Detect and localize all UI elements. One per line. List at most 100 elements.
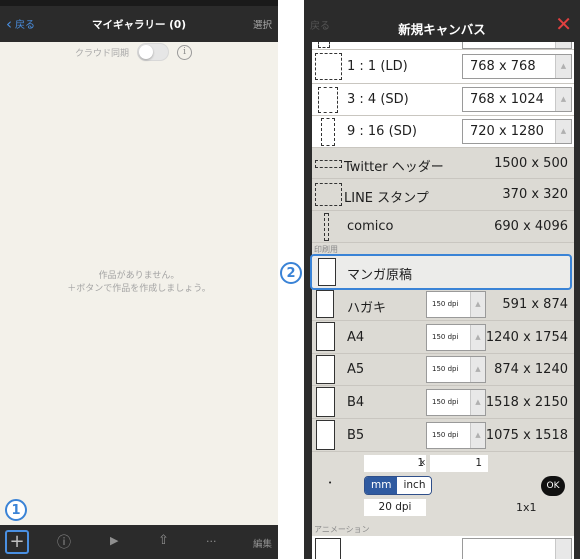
ok-button[interactable]: OK [541,476,565,496]
dpi-value: 150 dpi [432,431,459,439]
preset-row-a5[interactable]: A5 150 dpi ▲ 874 x 1240 [312,354,574,386]
size-select[interactable]: 768 x 1024 ▲ [462,87,572,112]
add-button[interactable]: + [5,530,29,554]
dpi-select[interactable]: 150 dpi ▲ [426,324,486,351]
chevron-up-icon: ▲ [555,55,571,78]
preset-size: 690 x 4096 [494,219,568,234]
size-value: 720 x 1280 [470,124,544,139]
preset-label: 9 : 16 (SD) [347,124,417,139]
size-select[interactable]: 768 x 768 ▲ [462,54,572,79]
paper-icon [316,290,334,318]
line-stamp-icon [315,183,342,206]
height-input[interactable]: 1 [430,455,488,472]
custom-size-panel: 1 x 1 • mm inch OK 20 dpi 1x1 [312,452,574,522]
size-select[interactable]: 720 x 1280 ▲ [462,119,572,144]
twitter-header-icon [315,160,342,168]
size-value: 768 x 1024 [470,92,544,107]
preset-label: LINE スタンプ [344,191,429,206]
list-item[interactable] [312,536,574,559]
info-toolbar-icon[interactable]: ⓘ [57,532,71,552]
manga-label: マンガ原稿 [347,268,413,283]
select-button[interactable]: 選択 [253,17,272,31]
manga-manuscript-row[interactable]: マンガ原稿 [310,254,572,290]
preset-label: B4 [347,395,365,410]
width-input[interactable]: 1 [364,455,426,472]
preset-row-1-1[interactable]: 1 : 1 (LD) 768 x 768 ▲ [312,50,574,84]
preset-list: 1 : 1 (LD) 768 x 768 ▲ 3 : 4 (SD) 768 x 1… [312,42,574,559]
step-marker-2: 2 [280,262,302,284]
preset-size: 1240 x 1754 [485,330,568,345]
chevron-up-icon: ▲ [470,325,485,350]
size-value: 768 x 768 [470,59,536,74]
preset-label: Twitter ヘッダー [344,160,444,175]
dpi-value: 150 dpi [432,365,459,373]
preset-size: 370 x 320 [502,187,568,202]
unit-mm-option[interactable]: mm [365,477,398,494]
paper-icon [316,355,335,384]
chevron-up-icon: ▲ [555,88,571,111]
step-marker-1: 1 [5,499,27,521]
info-icon[interactable]: i [177,44,193,60]
paper-icon [316,322,335,351]
paper-icon [316,387,335,417]
bottom-toolbar: + ⓘ ▶ ⇧ ··· 編集 [0,525,278,559]
empty-line-1: 作品がありません。 [98,271,180,281]
page-title: マイギャラリー (0) [91,19,187,31]
status-strip [0,0,278,6]
preset-row-comico[interactable]: comico 690 x 4096 [312,211,574,243]
toggle-knob [139,45,154,59]
size-select[interactable] [462,42,572,49]
canvas-shape-icon [315,538,341,559]
animation-section-header: アニメーション [312,522,574,534]
preset-row-line[interactable]: LINE スタンプ 370 x 320 [312,179,574,211]
new-canvas-navbar: 戻る 新規キャンバス ✕ [304,0,580,42]
preset-size: 591 x 874 [502,297,568,312]
new-canvas-title: 新規キャンバス [398,22,486,37]
dpi-input[interactable]: 20 dpi [364,499,426,516]
dpi-select[interactable]: 150 dpi ▲ [426,422,486,449]
section-label: アニメーション [314,525,370,534]
gallery-navbar: ‹ 戻る マイギャラリー (0) 選択 [0,0,278,42]
list-item [312,42,574,50]
dpi-select[interactable]: 150 dpi ▲ [426,291,486,318]
share-icon[interactable]: ⇧ [158,533,169,548]
edit-button[interactable]: 編集 [253,536,272,550]
close-icon[interactable]: ✕ [555,14,572,34]
preset-row-hagaki[interactable]: ハガキ 150 dpi ▲ 591 x 874 [312,289,574,321]
dpi-value: 150 dpi [432,333,459,341]
dpi-value: 150 dpi [432,398,459,406]
preset-size: 1075 x 1518 [485,428,568,443]
ratio-3-4-icon [318,87,338,113]
gallery-screen: ‹ 戻る マイギャラリー (0) 選択 クラウド同期 i 作品がありません。 ＋… [0,0,278,559]
canvas-shape-icon [318,42,330,48]
unit-segmented-control[interactable]: mm inch [364,476,433,495]
preset-row-3-4[interactable]: 3 : 4 (SD) 768 x 1024 ▲ [312,84,574,116]
preset-size: 874 x 1240 [494,362,568,377]
preset-label: B5 [347,428,365,443]
chevron-up-icon: ▲ [470,390,485,415]
dpi-select[interactable]: 150 dpi ▲ [426,356,486,383]
preset-row-9-16[interactable]: 9 : 16 (SD) 720 x 1280 ▲ [312,116,574,148]
empty-message: 作品がありません。 ＋ボタンで作品を作成しましょう。 [0,270,278,296]
preset-label: 3 : 4 (SD) [347,92,409,107]
cloud-sync-row: クラウド同期 i [75,42,193,62]
cloud-sync-toggle[interactable] [137,43,170,61]
play-icon[interactable]: ▶ [110,534,118,547]
preset-label: ハガキ [347,301,387,316]
bullet: • [328,479,333,487]
more-icon[interactable]: ··· [206,535,217,548]
preset-label: A5 [347,362,365,377]
paper-icon [316,420,335,450]
ratio-value: 1x1 [516,501,537,514]
ratio-1-1-icon [315,53,342,80]
chevron-up-icon: ▲ [470,357,485,382]
preset-label: comico [347,219,394,234]
preset-row-twitter[interactable]: Twitter ヘッダー 1500 x 500 [312,148,574,179]
preset-row-b5[interactable]: B5 150 dpi ▲ 1075 x 1518 [312,419,574,452]
dpi-select[interactable]: 150 dpi ▲ [426,389,486,416]
preset-row-a4[interactable]: A4 150 dpi ▲ 1240 x 1754 [312,321,574,354]
preset-size: 1518 x 2150 [485,395,568,410]
size-select[interactable] [462,538,572,559]
unit-inch-option[interactable]: inch [397,477,432,494]
preset-row-b4[interactable]: B4 150 dpi ▲ 1518 x 2150 [312,386,574,419]
